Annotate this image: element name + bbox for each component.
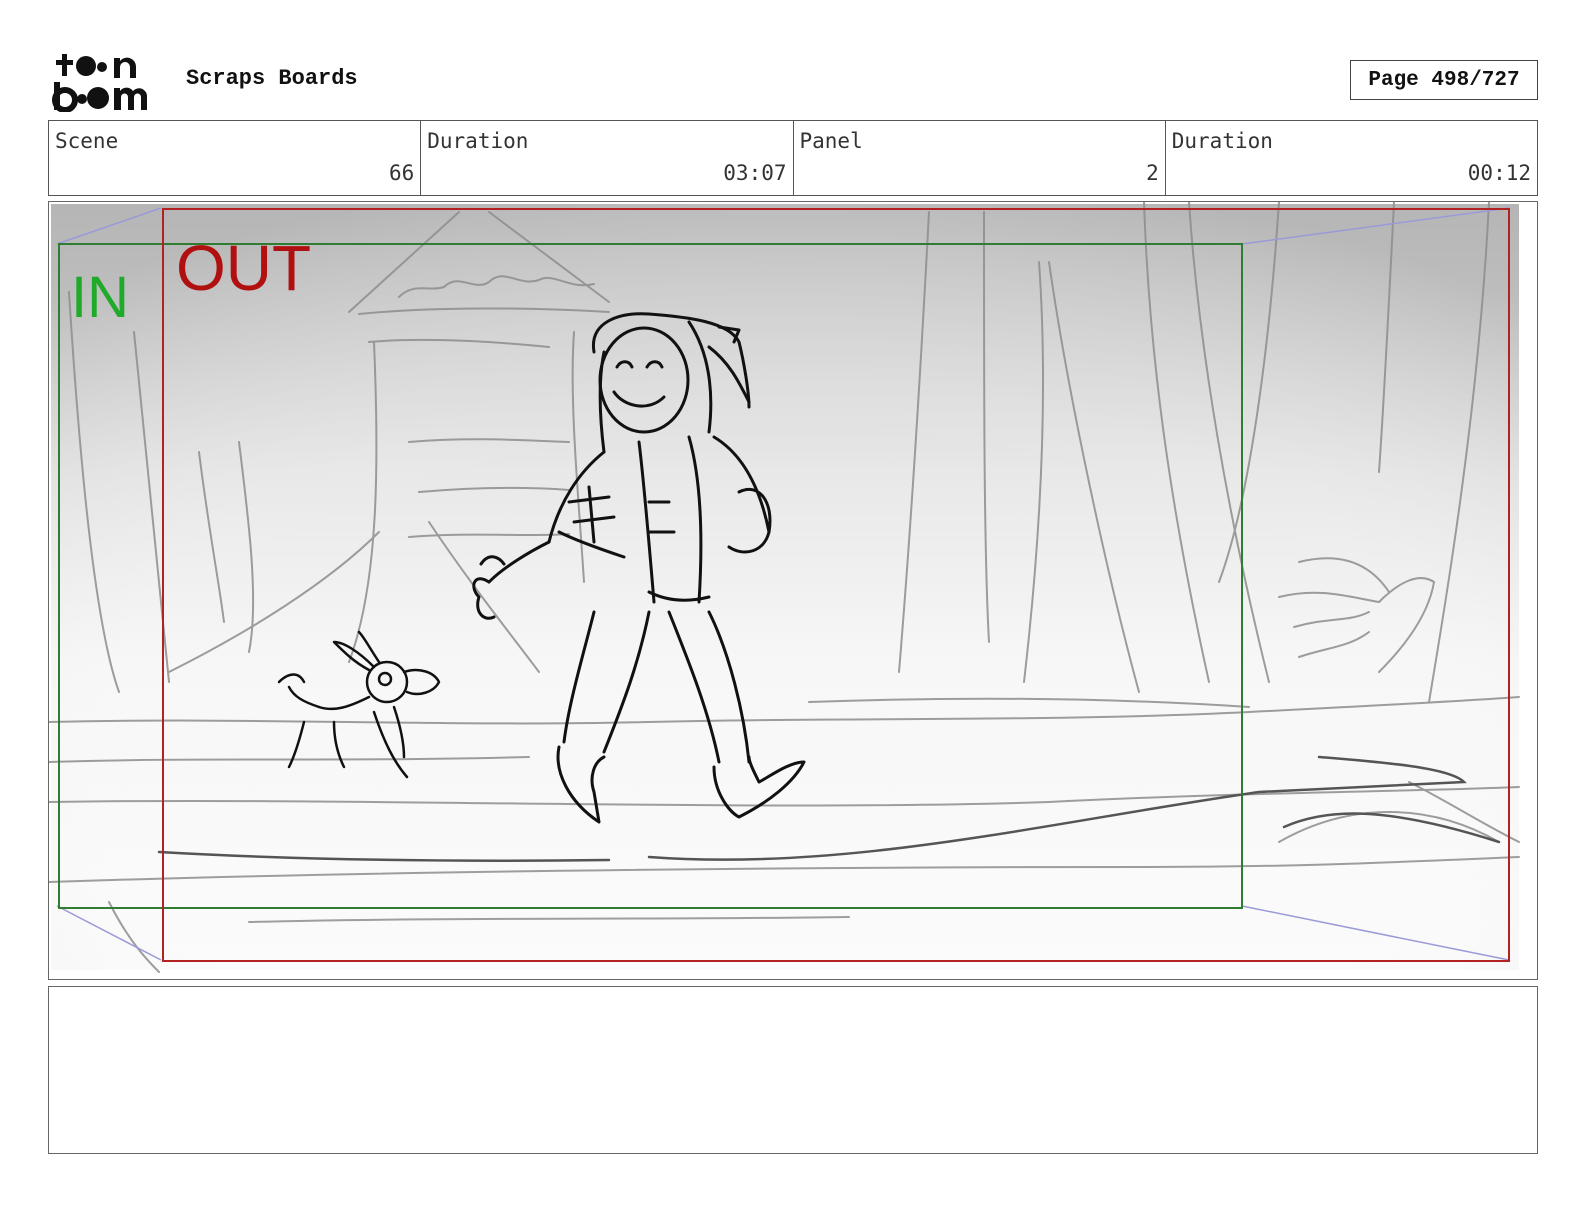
out-frame-label: OUT — [176, 232, 311, 304]
scene-label: Scene — [55, 129, 119, 153]
panel-info-table: Scene 66 Duration 03:07 Panel 2 Duration… — [48, 120, 1538, 196]
panel-label: Panel — [799, 129, 863, 153]
panel-duration-label: Duration — [1171, 129, 1273, 153]
panel-notes-area[interactable] — [48, 986, 1538, 1154]
panel-duration-value: 00:12 — [1467, 161, 1531, 185]
panel-duration-cell: Duration 00:12 — [1166, 121, 1537, 195]
board-title: Scraps Boards — [186, 66, 358, 91]
scene-duration-label: Duration — [427, 129, 529, 153]
scene-value: 66 — [388, 161, 415, 185]
toon-boom-logo — [52, 52, 164, 113]
scene-cell: Scene 66 — [49, 121, 422, 195]
scene-duration-value: 03:07 — [723, 161, 787, 185]
page-indicator: Page 498/727 — [1350, 60, 1538, 100]
scene-duration-cell: Duration 03:07 — [421, 121, 794, 195]
storyboard-panel[interactable]: IN OUT — [48, 201, 1538, 980]
panel-sketch: IN OUT — [49, 202, 1520, 973]
panel-cell: Panel 2 — [794, 121, 1166, 195]
panel-value: 2 — [1146, 161, 1159, 185]
in-frame-label: IN — [71, 265, 129, 330]
